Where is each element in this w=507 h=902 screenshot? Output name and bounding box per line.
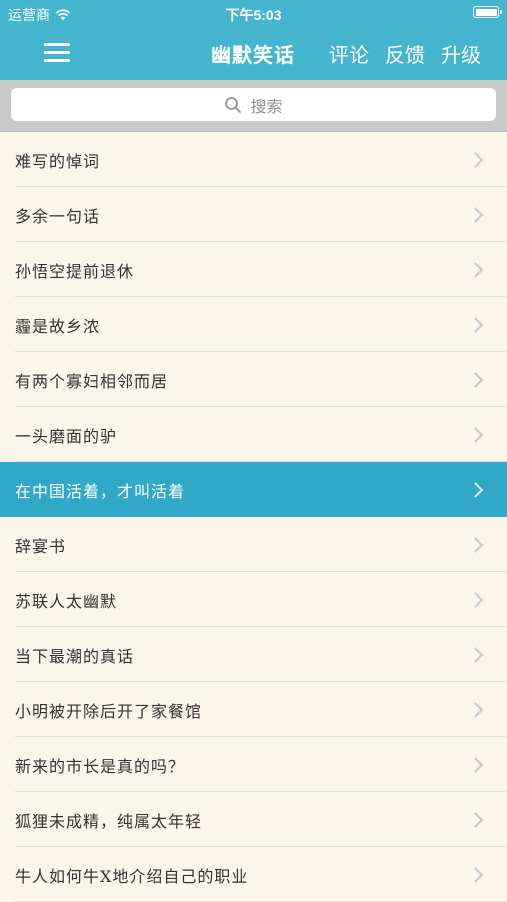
navigation-bar: 幽默笑话 评论 反馈 升级	[0, 26, 507, 80]
list-item[interactable]: 小明被开除后开了家餐馆	[0, 682, 507, 737]
nav-title: 幽默笑话	[211, 43, 295, 67]
chevron-right-icon	[467, 206, 484, 223]
list-item-label: 多余一句话	[15, 206, 101, 226]
search-input[interactable]: 搜索	[11, 88, 496, 121]
list-item-label: 在中国活着，才叫活着	[15, 481, 186, 501]
list-item-label: 孙悟空提前退休	[15, 261, 135, 281]
list-item[interactable]: 一头磨面的驴	[0, 407, 507, 462]
chevron-right-icon	[467, 151, 484, 168]
list-item[interactable]: 多余一句话	[0, 187, 507, 242]
chevron-right-icon	[467, 866, 484, 883]
list-item[interactable]: 狐狸未成精，纯属太年轻	[0, 792, 507, 847]
list-item-label: 霾是故乡浓	[15, 316, 101, 336]
joke-list: 难写的悼词多余一句话孙悟空提前退休 霾是故乡浓有两个寡妇相邻而居 一头磨面的驴在中国…	[0, 132, 507, 902]
list-item[interactable]: 当下最潮的真话	[0, 627, 507, 682]
battery-icon	[473, 6, 502, 18]
list-item-label: 一头磨面的驴	[15, 426, 118, 446]
list-item[interactable]: 苏联人太幽默	[0, 572, 507, 627]
feedback-button[interactable]: 反馈	[385, 39, 425, 68]
chevron-right-icon	[467, 701, 484, 718]
chevron-right-icon	[467, 371, 484, 388]
list-item-label: 狐狸未成精，纯属太年轻	[15, 811, 203, 831]
search-icon	[225, 96, 242, 113]
chevron-right-icon	[467, 756, 484, 773]
list-item-label: 有两个寡妇相邻而居	[15, 371, 169, 391]
list-item-label: 当下最潮的真话	[15, 646, 135, 666]
upgrade-button[interactable]: 升级	[441, 39, 481, 68]
chevron-right-icon	[467, 316, 484, 333]
nav-links: 评论 反馈 升级	[329, 39, 481, 68]
list-item-label: 苏联人太幽默	[15, 591, 118, 611]
chevron-right-icon	[467, 481, 484, 498]
list-item[interactable]: 新来的市长是真的吗？	[0, 737, 507, 792]
list-item[interactable]: 难写的悼词	[0, 132, 507, 187]
list-item-label: 小明被开除后开了家餐馆	[15, 701, 203, 721]
search-bar: 搜索	[0, 80, 507, 132]
chevron-right-icon	[467, 591, 484, 608]
list-item-label: 辞宴书	[15, 536, 67, 556]
comment-button[interactable]: 评论	[329, 39, 369, 68]
list-item-label: 难写的悼词	[15, 151, 101, 171]
status-time: 下午5:03	[225, 7, 282, 23]
chevron-right-icon	[467, 646, 484, 663]
list-item[interactable]: 牛人如何牛X地介绍自己的职业	[0, 847, 507, 902]
hamburger-menu-icon[interactable]	[44, 42, 70, 64]
status-bar: 运营商 下午5:03	[0, 0, 507, 26]
list-item-label: 牛人如何牛X地介绍自己的职业	[15, 866, 249, 886]
search-placeholder: 搜索	[250, 96, 283, 116]
chevron-right-icon	[467, 536, 484, 553]
list-item[interactable]: 辞宴书	[0, 517, 507, 572]
chevron-right-icon	[467, 811, 484, 828]
list-item[interactable]: 霾是故乡浓	[0, 297, 507, 352]
list-item-label: 新来的市长是真的吗？	[15, 756, 186, 776]
chevron-right-icon	[467, 426, 484, 443]
list-item[interactable]: 在中国活着，才叫活着	[0, 462, 507, 517]
list-item[interactable]: 有两个寡妇相邻而居	[0, 352, 507, 407]
list-item[interactable]: 孙悟空提前退休	[0, 242, 507, 297]
chevron-right-icon	[467, 261, 484, 278]
